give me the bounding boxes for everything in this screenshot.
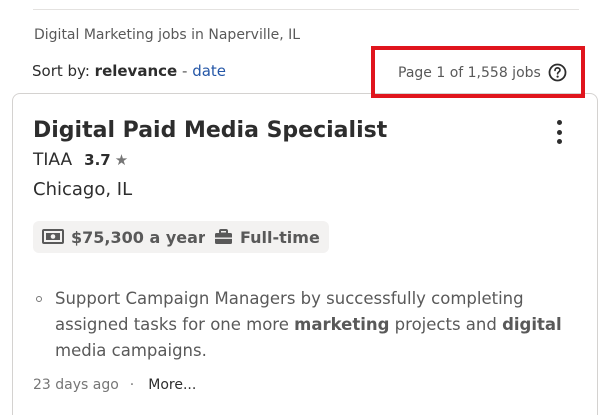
highlight-annotation-box bbox=[371, 46, 585, 98]
company-info: TIAA 3.7 ★ bbox=[33, 150, 128, 170]
top-divider bbox=[33, 9, 579, 10]
snippet-text: Support Campaign Managers by successfull… bbox=[55, 289, 562, 360]
job-location: Chicago, IL bbox=[33, 179, 133, 200]
more-link[interactable]: More... bbox=[148, 377, 196, 393]
search-results-title: Digital Marketing jobs in Naperville, IL bbox=[34, 27, 301, 43]
bullet-icon bbox=[36, 296, 42, 302]
sort-relevance-active: relevance bbox=[94, 62, 178, 80]
company-rating: 3.7 bbox=[84, 151, 111, 169]
salary-badge: $75,300 a year bbox=[33, 221, 215, 253]
star-icon: ★ bbox=[114, 151, 129, 169]
sort-by-date-link[interactable]: date bbox=[192, 62, 226, 80]
company-name[interactable]: TIAA bbox=[33, 150, 72, 170]
more-options-icon[interactable] bbox=[548, 118, 570, 146]
job-snippet: Support Campaign Managers by successfull… bbox=[36, 286, 576, 364]
job-card-footer: 23 days ago · More... bbox=[33, 377, 196, 393]
kebab-dot bbox=[556, 129, 562, 135]
sort-label: Sort by: bbox=[32, 62, 90, 80]
job-type-text: Full-time bbox=[240, 227, 320, 247]
salary-text: $75,300 a year bbox=[71, 227, 206, 247]
posted-date: 23 days ago bbox=[33, 377, 119, 393]
money-icon bbox=[42, 229, 64, 244]
sort-separator: - bbox=[181, 62, 188, 80]
briefcase-icon bbox=[215, 229, 232, 244]
job-type-badge: Full-time bbox=[205, 221, 329, 253]
sort-controls: Sort by: relevance - date bbox=[32, 62, 226, 80]
job-title-link[interactable]: Digital Paid Media Specialist bbox=[33, 118, 387, 143]
kebab-dot bbox=[556, 120, 562, 125]
kebab-dot bbox=[556, 139, 562, 144]
footer-separator: · bbox=[129, 377, 135, 393]
